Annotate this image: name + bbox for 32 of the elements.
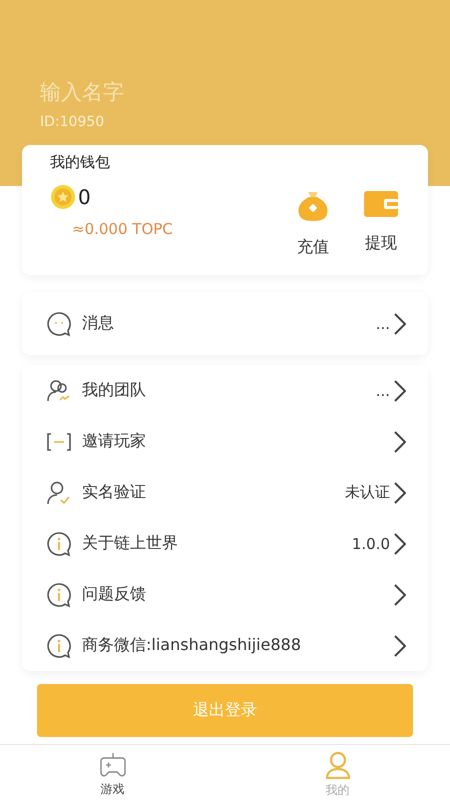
chevron-right-icon <box>394 584 406 606</box>
chevron-right-icon <box>394 482 406 504</box>
chevron-right-icon <box>394 634 406 656</box>
menu-item[interactable]: 关于链上世界 1.0.0 <box>22 518 428 569</box>
info-icon <box>46 582 72 608</box>
chat-bubble-icon <box>46 310 72 336</box>
action-label[interactable]: 充值 <box>297 237 329 258</box>
chevron-right-icon <box>394 430 406 452</box>
menu-item[interactable]: 邀请玩家 <box>22 416 428 467</box>
menu-item[interactable]: 实名验证 未认证 <box>22 467 428 518</box>
coin-icon <box>50 184 76 210</box>
chevron-right-icon <box>394 532 406 554</box>
menu-item[interactable]: 消息 ... <box>22 298 428 349</box>
menu-item[interactable]: 我的团队 ... <box>22 365 428 416</box>
menu-item[interactable]: 问题反馈 <box>22 569 428 620</box>
user-check-icon <box>46 480 72 506</box>
info-icon <box>46 530 72 556</box>
menu-item[interactable]: 商务微信:lianshangshijie888 <box>22 620 428 671</box>
user-id: ID:10950 <box>40 114 106 130</box>
people-icon <box>46 378 72 404</box>
converted-amount: ≈0.000 TOPC <box>72 220 173 238</box>
wallet-icon[interactable] <box>364 189 398 219</box>
info-icon <box>46 632 72 658</box>
chevron-right-icon <box>394 312 406 334</box>
user-icon <box>324 750 352 778</box>
gamepad-icon <box>98 752 126 778</box>
wallet-title: 我的钱包 <box>50 153 111 172</box>
money-bag-icon[interactable] <box>296 189 330 223</box>
action-label[interactable]: 提现 <box>365 233 397 254</box>
balance-amount: 0 <box>78 185 91 209</box>
chevron-right-icon <box>394 380 406 402</box>
nav-tab[interactable]: 游戏 <box>0 745 225 804</box>
